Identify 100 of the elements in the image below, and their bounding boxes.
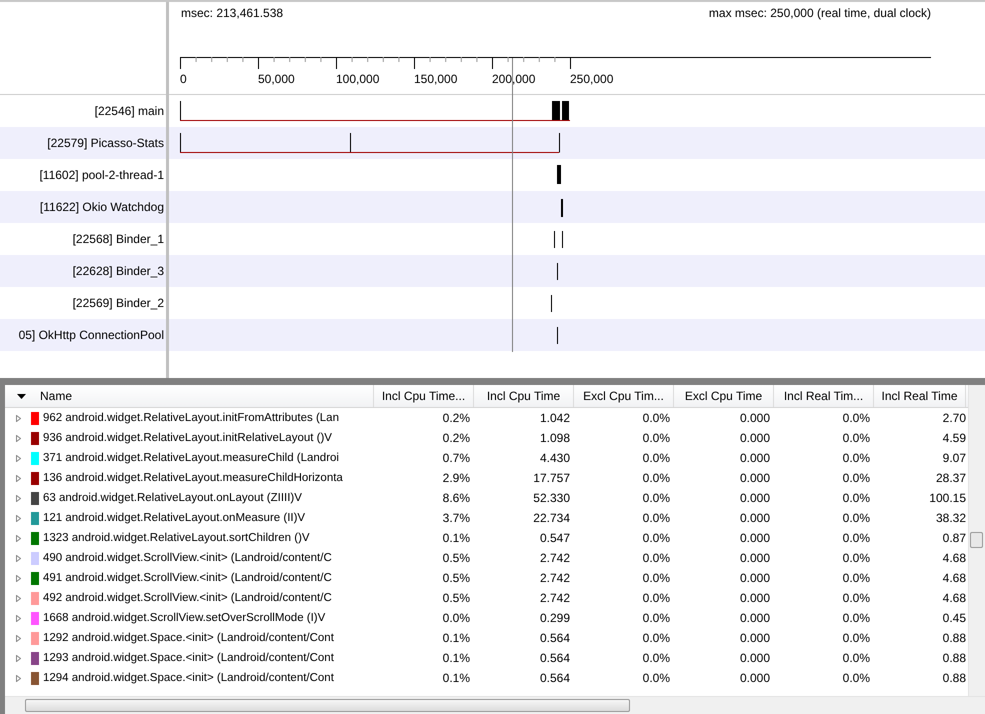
table-cell-text: 17.757 [532,471,571,485]
table-cell-text: 0.0% [642,591,671,605]
expand-toggle-icon[interactable] [16,454,21,462]
table-cell-text: 2.70 [942,411,966,425]
method-name: 371 android.widget.RelativeLayout.measureChild (Landroi [43,452,339,464]
expand-toggle-icon[interactable] [16,434,21,442]
table-cell-text: 0.0% [642,531,671,545]
method-name: 1323 android.widget.RelativeLayout.sortChildren ()V [43,532,310,544]
table-cell-text: 0.45 [942,611,966,625]
table-cell-text: 0.0% [642,671,671,685]
method-name: 1292 android.widget.Space.<init> (Landroid/content/Cont [43,632,334,644]
table-cell-text: 2.742 [538,591,571,605]
table-cell-text: 0.2% [442,431,471,445]
table-cell-text: 0.0% [842,631,871,645]
table-cell-text: 0.1% [442,651,471,665]
table-cell-text: 0.547 [538,531,571,545]
axis-tick-label: 250,000 [570,72,614,86]
axis-tick-label: 200,000 [492,72,536,86]
table-cell-text: 0.0% [842,531,871,545]
column-header[interactable]: Incl Real Time [874,385,966,407]
table-cell-text: 0.000 [738,651,771,665]
table-cell-text: 0.0% [842,671,871,685]
method-name: 1668 android.widget.ScrollView.setOverScrollMode (I)V [43,612,326,624]
vertical-scrollbar[interactable] [968,385,985,696]
table-cell-text: 0.0% [842,431,871,445]
thread-name: [22628] Binder_3 [0,255,166,287]
table-cell-text: 0.564 [538,631,571,645]
table-cell-text: 2.9% [442,471,471,485]
thread-name: [22569] Binder_2 [72,295,165,312]
thread-name: [22568] Binder_1 [72,231,165,248]
table-cell-text: 4.59 [942,431,966,445]
column-header[interactable]: Incl Cpu Time... [374,385,474,407]
axis-tick-label: 50,000 [258,72,295,86]
table-cell-text: 0.000 [738,531,771,545]
expand-toggle-icon[interactable] [16,514,21,522]
expand-toggle-icon[interactable] [16,614,21,622]
table-cell-text: 22.734 [532,511,571,525]
table-cell-text: 0.0% [842,571,871,585]
thread-name: [22579] Picasso-Stats [0,127,166,159]
table-cell-text: 0.000 [738,491,771,505]
method-name: 936 android.widget.RelativeLayout.initRelativeLayout ()V [43,432,332,444]
expand-toggle-icon[interactable] [16,494,21,502]
table-cell-text: 0.0% [642,411,671,425]
method-name: 1294 android.widget.Space.<init> (Landroid/content/Cont [43,672,334,684]
table-cell-text: 1.042 [538,411,571,425]
table-cell-text: 0.0% [842,591,871,605]
table-cell-text: 0.0% [642,611,671,625]
method-name: 1293 android.widget.Space.<init> (Landroid/content/Cont [43,652,334,664]
column-header[interactable]: Name [5,385,374,407]
table-cell-text: 0.0% [642,511,671,525]
table-cell-text: 0.0% [642,451,671,465]
table-cell-text: 0.000 [738,511,771,525]
thread-name: 05] OkHttp ConnectionPool [0,319,166,351]
expand-toggle-icon[interactable] [16,574,21,582]
table-cell-text: 0.000 [738,411,771,425]
method-name: 63 android.widget.RelativeLayout.onLayout (ZIIII)V [43,492,302,504]
expand-toggle-icon[interactable] [16,534,21,542]
table-cell-text: 4.430 [538,451,571,465]
thread-name: [11602] pool-2-thread-1 [38,167,165,184]
table-cell-text: 0.7% [442,451,471,465]
expand-toggle-icon[interactable] [16,474,21,482]
table-cell-text: 0.000 [738,631,771,645]
table-cell-text: 0.0% [642,631,671,645]
table-cell-text: 0.0% [642,551,671,565]
table-cell-text: 0.5% [442,591,471,605]
horizontal-scrollbar[interactable] [5,696,985,714]
table-cell-text: 0.0% [642,491,671,505]
table-cell-text: 9.07 [942,451,966,465]
column-header[interactable]: Incl Real Tim... [774,385,874,407]
table-cell-text: 0.88 [942,651,966,665]
table-cell-text: 0.000 [738,611,771,625]
table-cell-text: 0.0% [642,651,671,665]
table-cell-text: 3.7% [442,511,471,525]
table-cell-text: 0.5% [442,571,471,585]
table-cell-text: 0.0% [642,571,671,585]
expand-toggle-icon[interactable] [16,634,21,642]
column-header[interactable]: Excl Cpu Time [674,385,774,407]
expand-toggle-icon[interactable] [16,674,21,682]
thread-name: [22546] main [94,103,165,120]
table-cell-text: 0.0% [842,511,871,525]
column-header[interactable]: Incl Cpu Time [474,385,574,407]
table-cell-text: 0.0% [842,611,871,625]
expand-toggle-icon[interactable] [16,414,21,422]
expand-toggle-icon[interactable] [16,594,21,602]
table-cell-text: 0.1% [442,531,471,545]
table-cell-text: 0.000 [738,471,771,485]
column-header[interactable]: Excl Cpu Tim... [574,385,674,407]
table-cell-text: 0.000 [738,551,771,565]
table-cell-text: 0.5% [442,551,471,565]
table-cell-text: 0.564 [538,671,571,685]
table-cell-text: 0.0% [642,431,671,445]
expand-toggle-icon[interactable] [16,654,21,662]
table-cell-text: 0.000 [738,571,771,585]
expand-toggle-icon[interactable] [16,554,21,562]
thread-activity-drawing [557,165,561,184]
table-cell-text: 4.68 [942,551,966,565]
table-cell-text: 2.742 [538,551,571,565]
table-cell-text: 0.88 [942,671,966,685]
axis-tick-label: 0 [180,72,187,86]
table-cell-text: 0.88 [942,631,966,645]
